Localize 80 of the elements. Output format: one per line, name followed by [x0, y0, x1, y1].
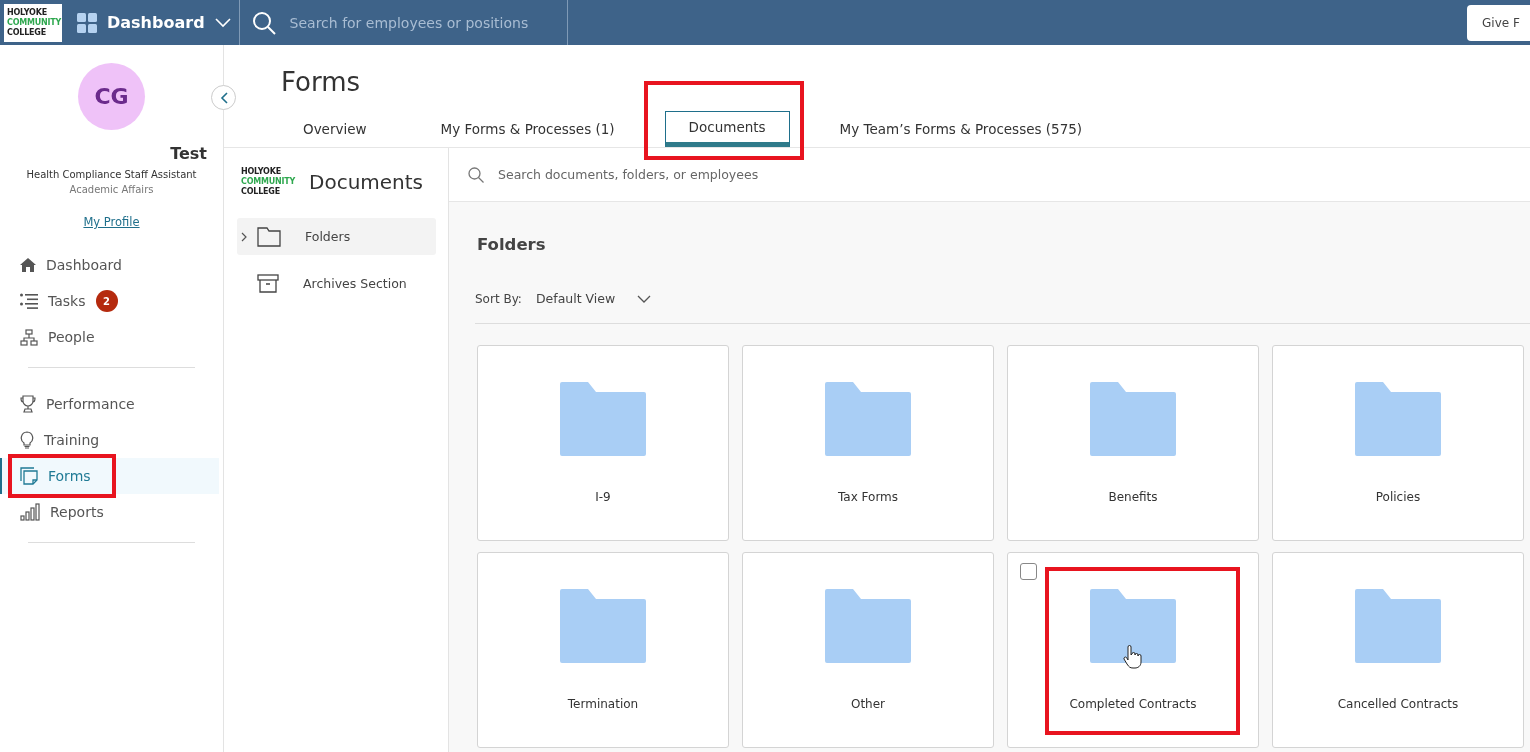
folder-card[interactable]: Completed Contracts — [1007, 552, 1259, 748]
nav-label: Performance — [46, 396, 135, 412]
nav-item[interactable]: Performance — [0, 386, 219, 422]
folder-label: Benefits — [1108, 490, 1158, 504]
nav-label: Training — [44, 432, 100, 448]
home-icon — [20, 258, 36, 272]
page-title: Forms — [281, 67, 362, 97]
profile-name: Test — [169, 144, 208, 163]
hand-cursor-icon — [1122, 645, 1142, 669]
folder-card[interactable]: Benefits — [1007, 345, 1259, 541]
nav-item[interactable]: Reports — [0, 494, 219, 530]
nav-label: People — [48, 329, 95, 345]
nav-item[interactable]: Forms — [0, 458, 219, 494]
folder-icon — [560, 382, 646, 456]
search-icon — [468, 166, 484, 183]
documents-search-field[interactable]: Search documents, folders, or employees — [496, 166, 896, 183]
folder-card[interactable]: I-9 — [477, 345, 729, 541]
checkbox[interactable] — [1020, 563, 1037, 580]
department: Academic Affairs — [68, 184, 155, 195]
nav-label: Reports — [50, 504, 104, 520]
folder-label: Other — [850, 697, 886, 711]
give-feedback-button[interactable]: Give F — [1467, 4, 1530, 41]
folder-icon — [1090, 589, 1176, 663]
tab[interactable]: My Team’s Forms & Processes (575) — [815, 111, 1107, 147]
sort-label: Sort By: — [475, 291, 522, 306]
folder-label: Policies — [1375, 490, 1421, 504]
dashboard-menu[interactable]: Dashboard — [97, 0, 240, 45]
folder-card[interactable]: Tax Forms — [742, 345, 994, 541]
folder-label: I-9 — [595, 490, 611, 504]
list-icon — [20, 293, 38, 309]
lightbulb-icon — [20, 431, 34, 449]
folder-card[interactable]: Other — [742, 552, 994, 748]
documents-title: Documents — [309, 170, 424, 194]
chevron-down-icon — [637, 294, 652, 303]
trophy-icon — [20, 395, 36, 413]
my-profile-link[interactable]: My Profile — [83, 215, 140, 229]
folder-icon — [825, 382, 911, 456]
archive-box-icon — [257, 274, 279, 293]
tab[interactable]: Overview — [279, 111, 391, 147]
org-chart-icon — [20, 328, 38, 346]
bar-chart-icon — [20, 503, 40, 521]
section-label: Folders — [305, 229, 351, 244]
nav-item[interactable]: Dashboard — [0, 247, 219, 283]
folder-card[interactable]: Policies — [1272, 345, 1524, 541]
collapse-button[interactable] — [211, 85, 236, 110]
nav-item[interactable]: Tasks 2 — [0, 283, 219, 319]
tab[interactable]: My Forms & Processes (1) — [416, 111, 639, 147]
count-badge: 2 — [95, 290, 118, 312]
folder-card[interactable]: Cancelled Contracts — [1272, 552, 1524, 748]
nav-item[interactable]: People — [0, 319, 219, 355]
search-icon — [251, 10, 276, 35]
chevron-down-icon — [214, 17, 231, 28]
grid-icon[interactable] — [77, 12, 97, 33]
sort-select[interactable]: Default View — [535, 291, 652, 306]
folder-card[interactable]: Termination — [477, 552, 729, 748]
college-logo: HOLYOKE COMMUNITY COLLEGE — [4, 3, 62, 42]
section-item[interactable]: Archives Section — [237, 265, 436, 302]
section-label: Archives Section — [303, 276, 407, 291]
folder-icon — [560, 589, 646, 663]
nav-item[interactable]: Training — [0, 422, 219, 458]
search-field[interactable]: Search for employees or positions — [289, 14, 560, 31]
nav-label: Dashboard — [46, 257, 122, 273]
folder-icon — [1090, 382, 1176, 456]
chevron-right-icon — [241, 231, 247, 242]
folder-icon — [1355, 589, 1441, 663]
avatar: CG — [78, 63, 145, 130]
folder-label: Cancelled Contracts — [1337, 697, 1459, 711]
folder-icon — [1355, 382, 1441, 456]
folder-icon — [825, 589, 911, 663]
job-title: Health Compliance Staff Assistant — [25, 169, 198, 180]
folder-outline-icon — [257, 226, 281, 247]
nav-label: Tasks — [48, 293, 86, 309]
documents-icon — [20, 467, 38, 485]
folders-heading: Folders — [477, 235, 547, 254]
nav-label: Forms — [48, 468, 91, 484]
section-item[interactable]: Folders — [237, 218, 436, 255]
folder-label: Termination — [567, 697, 639, 711]
folder-label: Completed Contracts — [1069, 697, 1197, 711]
chevron-left-icon — [219, 91, 228, 104]
folder-label: Tax Forms — [837, 490, 899, 504]
